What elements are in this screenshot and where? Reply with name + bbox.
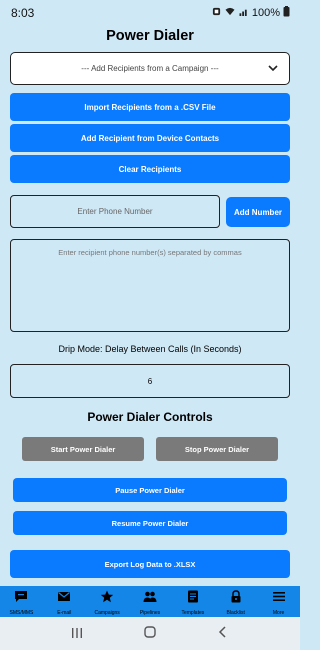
drip-mode-label: Drip Mode: Delay Between Calls (In Secon… <box>58 344 242 354</box>
people-icon <box>143 590 157 608</box>
page-title: Power Dialer <box>106 28 194 44</box>
document-icon <box>186 590 200 608</box>
tab-label: Templates <box>181 610 205 616</box>
back-icon[interactable] <box>216 625 230 642</box>
status-icons: 100% <box>212 6 290 20</box>
drip-delay-input[interactable]: 6 <box>10 364 290 398</box>
tab-label: SMS/MMS <box>9 610 34 616</box>
tab-more[interactable]: More <box>257 586 300 617</box>
home-icon[interactable] <box>143 625 157 642</box>
status-time: 8:03 <box>11 6 35 20</box>
tab-blacklist[interactable]: Blacklist <box>214 586 257 617</box>
resume-dialer-button[interactable]: Resume Power Dialer <box>13 511 287 535</box>
battery-level: 100% <box>251 7 280 19</box>
pause-dialer-button[interactable]: Pause Power Dialer <box>13 478 287 502</box>
tab-label: E-mail <box>57 610 72 616</box>
tab-label: More <box>272 610 285 616</box>
stop-dialer-button[interactable]: Stop Power Dialer <box>156 437 278 461</box>
wifi-icon <box>224 7 236 19</box>
chevron-down-icon <box>267 62 279 76</box>
campaign-select[interactable]: --- Add Recipients from a Campaign --- <box>10 52 290 85</box>
phone-number-placeholder: Enter Phone Number <box>77 207 153 216</box>
tab-label: Pipelines <box>139 610 161 616</box>
export-log-button[interactable]: Export Log Data to .XLSX <box>10 550 290 578</box>
tab-campaigns[interactable]: Campaigns <box>86 586 129 617</box>
bottom-tab-bar: SMS/MMS E-mail Campaigns Pipelines Templ… <box>0 586 300 617</box>
tab-pipelines[interactable]: Pipelines <box>129 586 172 617</box>
lock-icon <box>229 590 243 608</box>
tab-sms-mms[interactable]: SMS/MMS <box>0 586 43 617</box>
menu-icon <box>272 590 286 608</box>
tab-label: Blacklist <box>226 610 245 616</box>
controls-title: Power Dialer Controls <box>87 410 213 424</box>
add-contacts-button[interactable]: Add Recipient from Device Contacts <box>10 124 290 152</box>
system-nav-bar <box>0 617 300 650</box>
notification-icon <box>212 7 221 19</box>
chat-icon <box>14 590 28 608</box>
clear-recipients-button[interactable]: Clear Recipients <box>10 155 290 183</box>
battery-icon <box>283 6 290 20</box>
start-dialer-button[interactable]: Start Power Dialer <box>22 437 144 461</box>
recipients-textarea[interactable]: Enter recipient phone number(s) separate… <box>10 239 290 332</box>
recipients-placeholder: Enter recipient phone number(s) separate… <box>58 248 242 257</box>
signal-icon <box>239 7 249 19</box>
recent-apps-icon[interactable] <box>70 626 84 642</box>
add-number-button[interactable]: Add Number <box>226 197 290 227</box>
status-bar: 8:03 100% <box>0 0 300 26</box>
import-csv-button[interactable]: Import Recipients from a .CSV File <box>10 93 290 121</box>
phone-number-input[interactable]: Enter Phone Number <box>10 195 220 228</box>
tab-email[interactable]: E-mail <box>43 586 86 617</box>
tab-templates[interactable]: Templates <box>171 586 214 617</box>
drip-delay-value: 6 <box>147 376 153 386</box>
tab-label: Campaigns <box>94 610 120 616</box>
campaign-select-value: --- Add Recipients from a Campaign --- <box>81 64 219 73</box>
star-icon <box>100 590 114 608</box>
mail-icon <box>57 590 71 608</box>
